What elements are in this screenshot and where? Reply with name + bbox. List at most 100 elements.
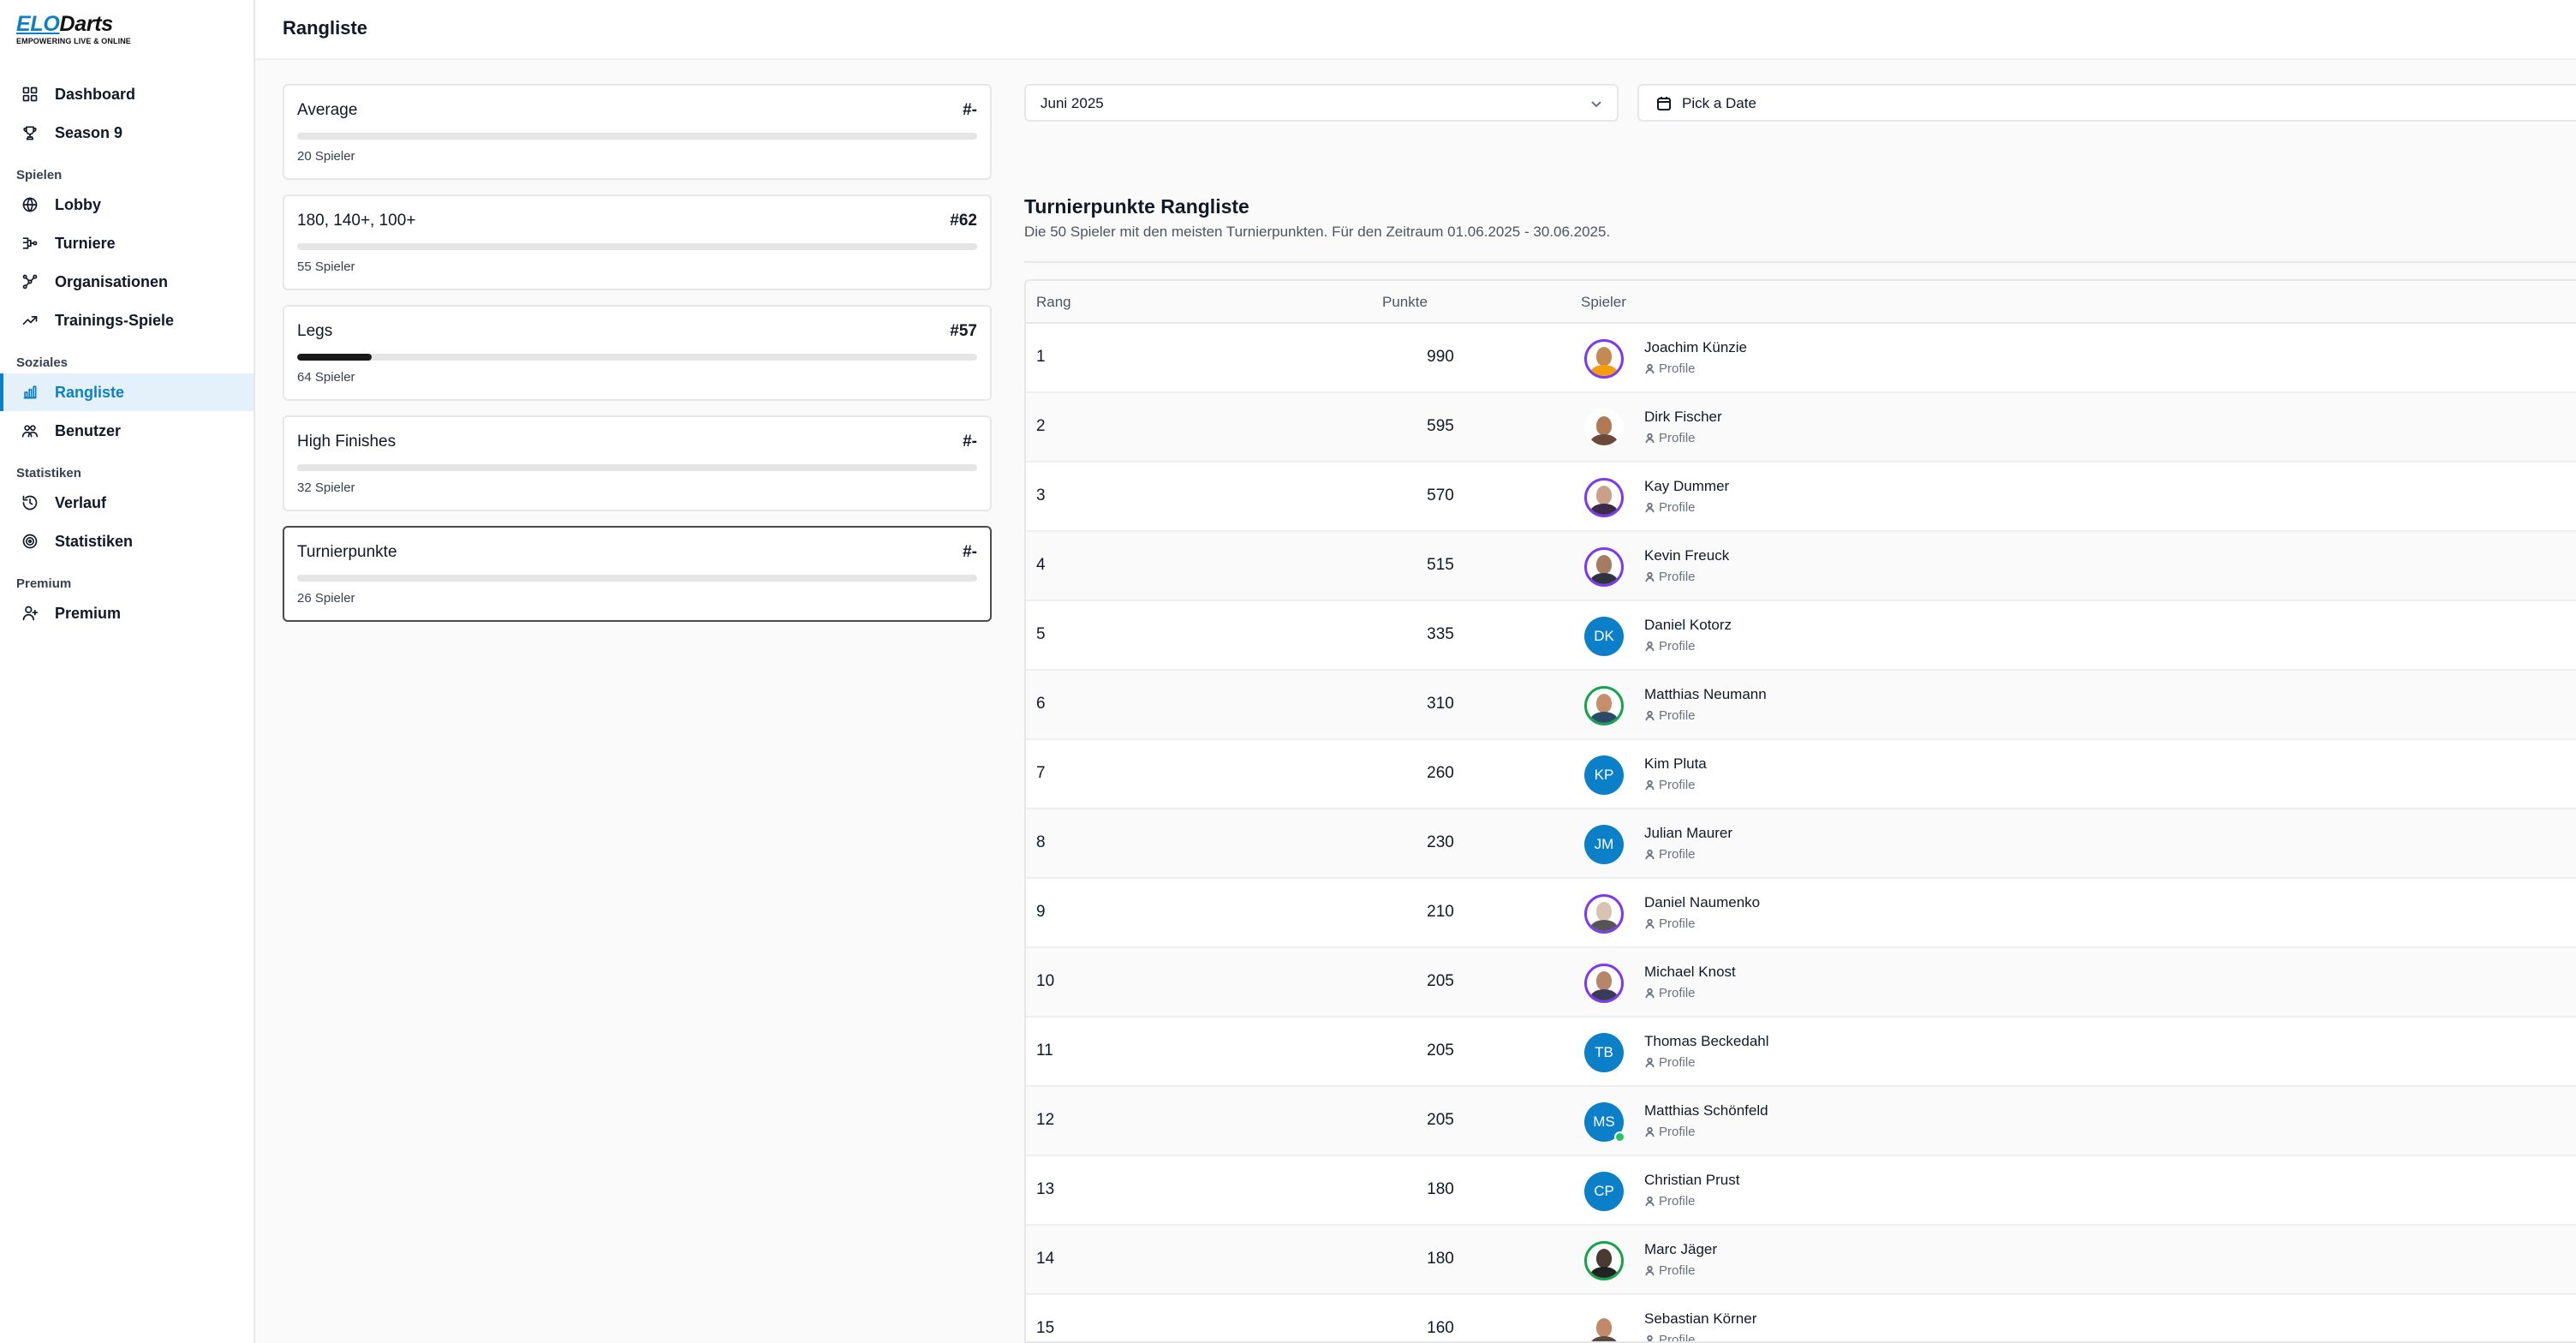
table-row[interactable]: 15 160 Sebastian Körner Profile bbox=[1026, 1295, 2576, 1341]
profile-link[interactable]: Profile bbox=[1644, 916, 1696, 931]
avatar[interactable] bbox=[1584, 894, 1624, 934]
pick-date-button[interactable]: Pick a Date bbox=[1637, 84, 2576, 122]
table-row[interactable]: 1 990 Joachim Künzie Profile bbox=[1026, 324, 2576, 393]
profile-link[interactable]: Profile bbox=[1644, 1263, 1696, 1278]
player-name[interactable]: Thomas Beckedahl bbox=[1644, 1033, 1769, 1050]
category-rank: #57 bbox=[950, 322, 977, 340]
column-header-player[interactable]: Spieler bbox=[1581, 294, 1626, 311]
app-logo[interactable]: ELODarts EMPOWERING LIVE & ONLINE bbox=[16, 12, 131, 45]
avatar[interactable] bbox=[1584, 1310, 1624, 1341]
category-card[interactable]: Average #- 20 Spieler bbox=[283, 84, 992, 180]
table-row[interactable]: 11 205 TB Thomas Beckedahl Profile bbox=[1026, 1018, 2576, 1087]
table-row[interactable]: 3 570 Kay Dummer Profile bbox=[1026, 463, 2576, 532]
profile-link[interactable]: Profile bbox=[1644, 708, 1696, 723]
chevron-down-icon bbox=[1589, 97, 1603, 110]
avatar[interactable] bbox=[1584, 478, 1624, 517]
avatar-photo bbox=[1596, 486, 1612, 504]
user-icon bbox=[1645, 1057, 1655, 1068]
table-row[interactable]: 2 595 Dirk Fischer Profile bbox=[1026, 393, 2576, 463]
profile-link[interactable]: Profile bbox=[1644, 361, 1696, 376]
category-card[interactable]: High Finishes #- 32 Spieler bbox=[283, 415, 992, 511]
column-header-rank[interactable]: Rang bbox=[1036, 294, 1071, 311]
avatar[interactable] bbox=[1584, 409, 1624, 448]
avatar[interactable]: DK bbox=[1584, 617, 1624, 656]
top-header: Rangliste bbox=[255, 0, 2576, 60]
player-name[interactable]: Matthias Neumann bbox=[1644, 686, 1767, 703]
sidebar-item-organisationen[interactable]: Organisationen bbox=[0, 263, 253, 301]
category-card[interactable]: 180, 140+, 100+ #62 55 Spieler bbox=[283, 194, 992, 290]
bracket-icon bbox=[21, 234, 39, 253]
avatar[interactable] bbox=[1584, 964, 1624, 1003]
profile-link[interactable]: Profile bbox=[1644, 639, 1696, 654]
month-select[interactable]: Juni 2025 bbox=[1024, 84, 1619, 122]
avatar[interactable]: MS bbox=[1584, 1102, 1625, 1143]
column-header-points[interactable]: Punkte bbox=[1382, 294, 1428, 311]
category-player-count: 32 Spieler bbox=[297, 480, 355, 495]
sidebar-item-statistiken[interactable]: Statistiken bbox=[0, 522, 253, 560]
profile-link[interactable]: Profile bbox=[1644, 1055, 1696, 1070]
table-row[interactable]: 7 260 KP Kim Pluta Profile bbox=[1026, 740, 2576, 809]
sidebar-item-label: Organisationen bbox=[55, 272, 169, 290]
sidebar-item-premium[interactable]: Premium bbox=[0, 594, 253, 632]
table-row[interactable]: 6 310 Matthias Neumann Profile bbox=[1026, 671, 2576, 740]
sidebar-item-dashboard[interactable]: Dashboard bbox=[0, 75, 253, 113]
sidebar-item-trainings-spiele[interactable]: Trainings-Spiele bbox=[0, 301, 253, 339]
user-icon bbox=[1645, 571, 1655, 582]
table-row[interactable]: 10 205 Michael Knost Profile bbox=[1026, 948, 2576, 1018]
avatar-photo bbox=[1596, 416, 1612, 435]
profile-link[interactable]: Profile bbox=[1644, 778, 1696, 792]
category-card[interactable]: Turnierpunkte #- 26 Spieler bbox=[283, 526, 992, 622]
avatar[interactable] bbox=[1584, 339, 1624, 379]
profile-link[interactable]: Profile bbox=[1644, 500, 1696, 515]
player-name[interactable]: Michael Knost bbox=[1644, 964, 1736, 981]
sidebar-item-rangliste[interactable]: Rangliste bbox=[0, 373, 253, 411]
trophy-icon bbox=[21, 123, 39, 142]
sidebar-item-season-9[interactable]: Season 9 bbox=[0, 114, 253, 152]
player-name[interactable]: Kim Pluta bbox=[1644, 755, 1707, 773]
player-name[interactable]: Marc Jäger bbox=[1644, 1241, 1717, 1258]
avatar[interactable] bbox=[1584, 547, 1624, 587]
avatar[interactable]: CP bbox=[1584, 1172, 1624, 1211]
table-row[interactable]: 9 210 Daniel Naumenko Profile bbox=[1026, 879, 2576, 948]
profile-link[interactable]: Profile bbox=[1644, 431, 1696, 445]
player-name[interactable]: Daniel Naumenko bbox=[1644, 894, 1760, 911]
table-row[interactable]: 4 515 Kevin Freuck Profile bbox=[1026, 532, 2576, 601]
avatar[interactable]: TB bbox=[1584, 1033, 1624, 1072]
rank-cell: 11 bbox=[1036, 1042, 1053, 1059]
points-cell: 515 bbox=[1427, 556, 1454, 574]
table-row[interactable]: 14 180 Marc Jäger Profile bbox=[1026, 1226, 2576, 1295]
sidebar-item-verlauf[interactable]: Verlauf bbox=[0, 484, 253, 522]
profile-link[interactable]: Profile bbox=[1644, 1194, 1696, 1209]
avatar[interactable]: KP bbox=[1584, 755, 1624, 795]
table-row[interactable]: 13 180 CP Christian Prust Profile bbox=[1026, 1156, 2576, 1226]
profile-link[interactable]: Profile bbox=[1644, 986, 1696, 1000]
player-name[interactable]: Christian Prust bbox=[1644, 1172, 1739, 1189]
profile-link[interactable]: Profile bbox=[1644, 1125, 1696, 1139]
points-cell: 180 bbox=[1427, 1250, 1454, 1268]
profile-link[interactable]: Profile bbox=[1644, 570, 1696, 584]
sidebar-item-turniere[interactable]: Turniere bbox=[0, 224, 253, 262]
category-card[interactable]: Legs #57 64 Spieler bbox=[283, 305, 992, 401]
sidebar-item-lobby[interactable]: Lobby bbox=[0, 186, 253, 224]
table-row[interactable]: 5 335 DK Daniel Kotorz Profile bbox=[1026, 601, 2576, 671]
profile-link[interactable]: Profile bbox=[1644, 847, 1696, 862]
player-name[interactable]: Dirk Fischer bbox=[1644, 409, 1722, 426]
sidebar-item-benutzer[interactable]: Benutzer bbox=[0, 412, 253, 450]
table-row[interactable]: 12 205 MS Matthias Schönfeld Profile bbox=[1026, 1087, 2576, 1156]
profile-link[interactable]: Profile bbox=[1644, 1333, 1696, 1341]
sidebar-section-title: Spielen bbox=[16, 168, 63, 182]
player-name[interactable]: Matthias Schönfeld bbox=[1644, 1102, 1768, 1119]
avatar[interactable] bbox=[1584, 686, 1624, 725]
player-name[interactable]: Sebastian Körner bbox=[1644, 1310, 1756, 1328]
points-cell: 260 bbox=[1427, 764, 1454, 782]
progress-fill bbox=[297, 354, 373, 361]
avatar-initials: JM bbox=[1594, 836, 1614, 852]
table-row[interactable]: 8 230 JM Julian Maurer Profile bbox=[1026, 809, 2576, 879]
player-name[interactable]: Daniel Kotorz bbox=[1644, 617, 1732, 634]
player-name[interactable]: Julian Maurer bbox=[1644, 825, 1732, 842]
avatar[interactable]: JM bbox=[1584, 825, 1624, 864]
player-name[interactable]: Joachim Künzie bbox=[1644, 339, 1747, 356]
player-name[interactable]: Kevin Freuck bbox=[1644, 547, 1729, 564]
avatar[interactable] bbox=[1584, 1241, 1624, 1280]
player-name[interactable]: Kay Dummer bbox=[1644, 478, 1729, 495]
